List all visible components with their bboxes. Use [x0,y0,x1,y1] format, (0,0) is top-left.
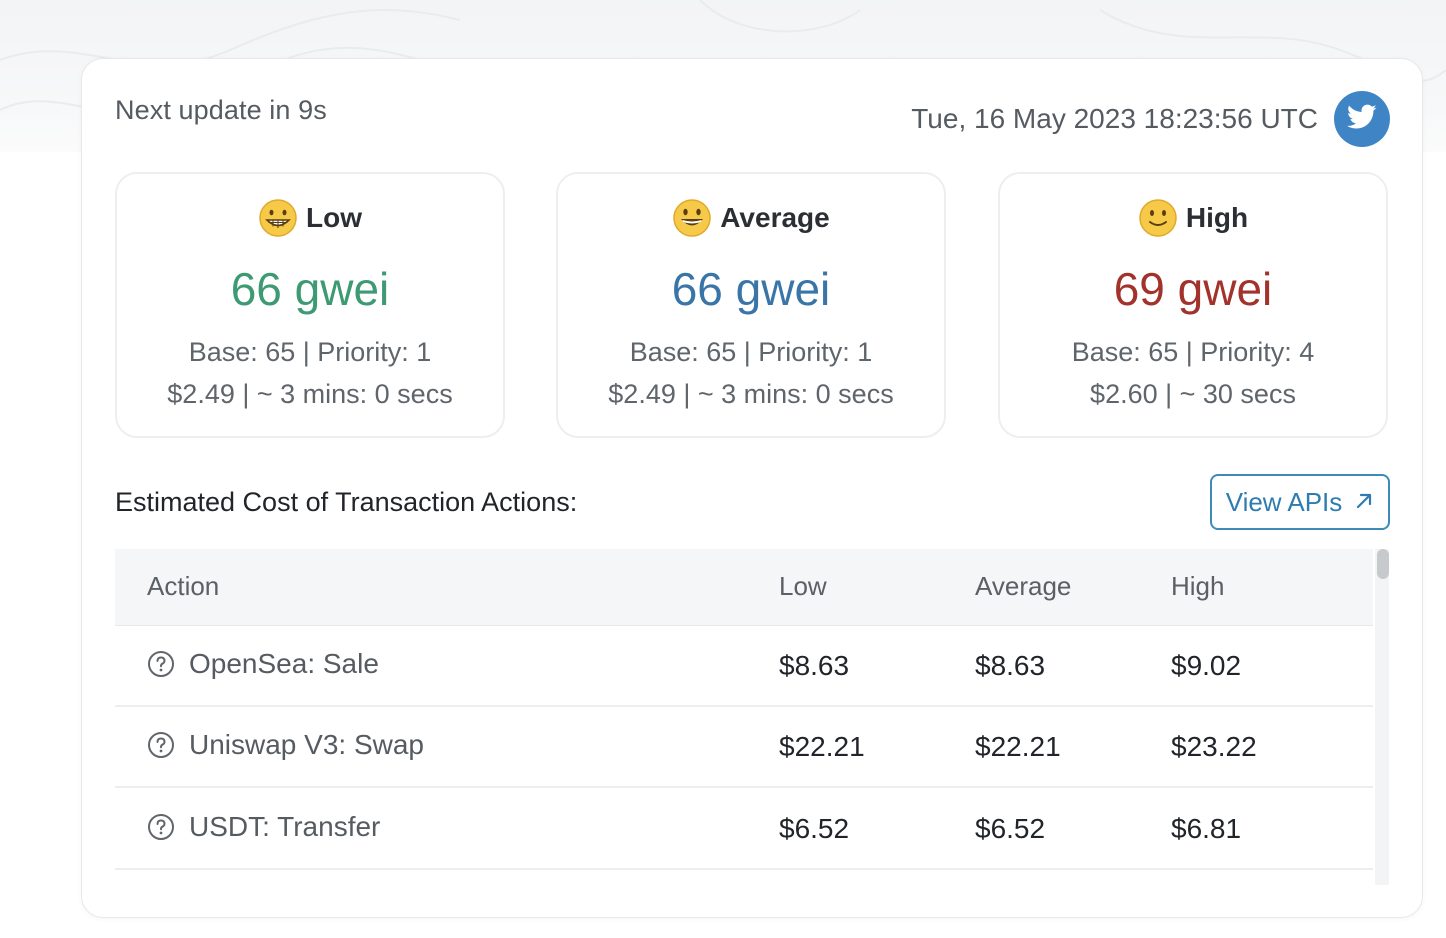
action-cell: Uniswap V3: Swap [147,729,424,761]
column-header-action[interactable]: Action [147,571,219,602]
gas-card-header: Average [558,198,944,238]
external-link-arrow-icon [1354,487,1374,518]
cost-time-text: $2.60 | ~ 30 secs [1090,379,1296,409]
high-cost-cell: $6.81 [1171,813,1242,844]
table-row: USDT: Transfer $6.52 $6.52 $6.81 [115,789,1373,870]
action-name: Uniswap V3: Swap [189,729,425,760]
base-priority-text: Base: 65 | Priority: 4 [1071,337,1315,367]
table-row: OpenSea: Sale $8.63 $8.63 $9.02 [115,626,1373,707]
question-circle-icon[interactable] [147,813,175,841]
twitter-button[interactable] [1334,91,1390,147]
average-cost-cell: $6.52 [975,813,1046,844]
view-apis-label: View APIs [1225,486,1343,517]
base-priority-text: Base: 65 | Priority: 1 [188,337,432,367]
gas-card-header: Low [117,198,503,238]
gas-card-header: High [1000,198,1386,238]
gas-card-low: Low 66 gwei Base: 65 | Priority: 1 $2.49… [115,172,505,438]
action-cell: OpenSea: Sale [147,648,379,680]
high-cost-cell: $23.22 [1171,731,1257,762]
slightly-smiling-face-icon [1138,198,1178,238]
low-cost-cell: $6.52 [779,813,850,844]
low-cost-cell: $8.63 [779,650,850,681]
column-header-low[interactable]: Low [779,571,827,602]
grinning-face-with-teeth-icon [258,198,298,238]
average-cost-cell: $22.21 [975,731,1061,762]
column-header-high[interactable]: High [1171,571,1224,602]
question-circle-icon[interactable] [147,650,175,678]
table-scrollbar-track[interactable] [1375,549,1389,885]
gwei-value: 66 gwei [230,263,390,315]
cost-time-text: $2.49 | ~ 3 mins: 0 secs [167,379,453,409]
table-row: Uniswap V3: Swap $22.21 $22.21 $23.22 [115,707,1373,788]
gas-label: Low [306,202,362,233]
gas-card-average: Average 66 gwei Base: 65 | Priority: 1 $… [556,172,946,438]
grinning-face-icon [672,198,712,238]
table-header: Action Low Average High [115,549,1373,626]
section-title: Estimated Cost of Transaction Actions: [115,487,578,517]
twitter-bird-icon [1347,104,1377,135]
gas-label: Average [720,202,830,233]
low-cost-cell: $22.21 [779,731,865,762]
view-apis-button[interactable]: View APIs [1210,474,1390,530]
average-cost-cell: $8.63 [975,650,1046,681]
table-scrollbar-thumb[interactable] [1377,549,1389,579]
question-circle-icon[interactable] [147,731,175,759]
gas-tracker-card: Next update in 9s Tue, 16 May 2023 18:23… [81,58,1423,918]
cost-table: Action Low Average High OpenSea: Sale $8… [115,549,1373,874]
timestamp: Tue, 16 May 2023 18:23:56 UTC [911,103,1318,134]
gwei-value: 66 gwei [671,263,831,315]
next-update-text: Next update in 9s [115,95,327,125]
action-name: OpenSea: Sale [189,648,379,679]
gas-card-high: High 69 gwei Base: 65 | Priority: 4 $2.6… [998,172,1388,438]
gas-label: High [1185,202,1249,233]
action-name: USDT: Transfer [189,811,381,842]
cost-time-text: $2.49 | ~ 3 mins: 0 secs [608,379,894,409]
action-cell: USDT: Transfer [147,811,380,843]
gwei-value: 69 gwei [1113,263,1273,315]
base-priority-text: Base: 65 | Priority: 1 [629,337,873,367]
column-header-average[interactable]: Average [975,571,1071,602]
high-cost-cell: $9.02 [1171,650,1242,681]
